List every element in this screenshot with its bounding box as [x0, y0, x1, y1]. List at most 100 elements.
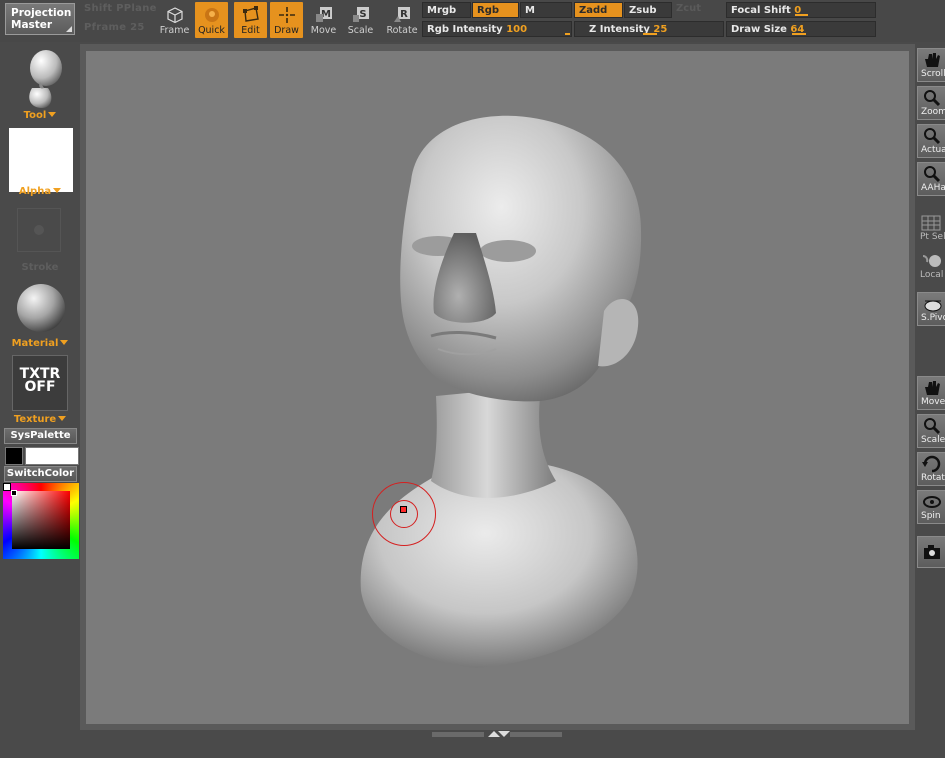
- svg-text:R: R: [400, 9, 408, 20]
- spivot-label: S.Pivot: [921, 313, 945, 323]
- document-canvas[interactable]: [86, 51, 909, 724]
- zoom-label: Zoom: [921, 107, 945, 117]
- material-sphere-icon[interactable]: [15, 282, 67, 334]
- spivot-button[interactable]: S.Pivot: [917, 292, 945, 326]
- projection-master-button[interactable]: Projection Master: [5, 3, 75, 35]
- stroke-preview[interactable]: [17, 208, 61, 252]
- z-intensity-slider[interactable]: Z Intensity 25: [574, 21, 724, 37]
- scale-label: Scale: [347, 25, 374, 36]
- shift-pplane-disabled: Shift PPlane: [84, 3, 157, 14]
- stroke-label: Stroke: [21, 262, 59, 273]
- local-label: Local: [920, 270, 944, 280]
- svg-text:S: S: [359, 9, 366, 20]
- alpha-label: Alpha: [18, 186, 52, 197]
- alpha-preview[interactable]: [9, 128, 73, 192]
- aahalf-label: AAHalf: [921, 183, 945, 193]
- brush-inner-circle: [390, 500, 418, 528]
- rotate-icon: [922, 455, 941, 473]
- zadd-button[interactable]: Zadd: [574, 2, 623, 18]
- draw-button[interactable]: Draw: [270, 2, 303, 38]
- rotate-button[interactable]: R Rotate: [384, 2, 420, 38]
- chevron-down-icon: [60, 340, 69, 345]
- focal-shift-label: Focal Shift: [731, 5, 791, 16]
- tool-preview-icon[interactable]: [18, 48, 64, 110]
- scroll-label: Scroll: [921, 69, 945, 79]
- camera-button[interactable]: [917, 536, 945, 568]
- focal-shift-slider[interactable]: Focal Shift 0: [726, 2, 876, 18]
- edit-label: Edit: [241, 25, 260, 36]
- rotate-view-label: Rotate: [921, 473, 945, 483]
- hue-handle[interactable]: [3, 483, 11, 491]
- projection-master-label-2: Master: [11, 19, 53, 31]
- pframe-disabled: Pframe 25: [84, 22, 145, 33]
- frame-label: Frame: [159, 25, 190, 36]
- texture-label: Texture: [13, 414, 57, 425]
- spin-label: Spin: [921, 511, 941, 521]
- scale-icon: [924, 418, 941, 435]
- move-button[interactable]: M Move: [307, 2, 340, 38]
- spin-button[interactable]: Spin: [917, 490, 945, 524]
- material-menu[interactable]: Material: [0, 338, 80, 349]
- move-view-button[interactable]: Move: [917, 376, 945, 410]
- scroll-button[interactable]: Scroll: [917, 48, 945, 82]
- draw-crosshair-icon: [278, 7, 295, 23]
- switchcolor-button[interactable]: SwitchColor: [4, 466, 77, 482]
- draw-size-slider[interactable]: Draw Size 64: [726, 21, 876, 37]
- zsub-button[interactable]: Zsub: [624, 2, 672, 18]
- texture-menu[interactable]: Texture: [0, 414, 80, 425]
- rgb-button[interactable]: Rgb: [472, 2, 519, 18]
- syspalette-button[interactable]: SysPalette: [4, 428, 77, 444]
- alpha-menu[interactable]: Alpha: [0, 186, 80, 197]
- draw-size-label: Draw Size: [731, 24, 787, 35]
- move-hand-icon: [925, 381, 940, 395]
- projection-master-label-1: Projection: [11, 7, 72, 19]
- scale-button[interactable]: S Scale: [344, 2, 377, 38]
- rotate-view-button[interactable]: Rotate: [917, 452, 945, 486]
- quick-label: Quick: [198, 25, 225, 36]
- edit-frame-icon: [242, 6, 259, 22]
- spivot-icon: [924, 300, 942, 312]
- actual-button[interactable]: Actual: [917, 124, 945, 158]
- rotate-r-icon: R: [394, 7, 410, 22]
- move-label: Move: [310, 25, 337, 36]
- secondary-color-swatch[interactable]: [25, 447, 79, 465]
- rgb-intensity-slider[interactable]: Rgb Intensity 100: [422, 21, 572, 37]
- stroke-menu[interactable]: Stroke: [0, 262, 80, 273]
- stroke-dot-icon: [34, 225, 44, 235]
- tool-label: Tool: [23, 110, 47, 121]
- focal-shift-marker: [795, 14, 808, 16]
- quick-button[interactable]: Quick: [195, 2, 228, 38]
- bottom-tray-handle[interactable]: [432, 731, 562, 738]
- actual-size-icon: [924, 128, 941, 145]
- color-picker-handle[interactable]: [11, 490, 17, 496]
- zoom-button[interactable]: Zoom: [917, 86, 945, 120]
- hand-scroll-icon: [925, 53, 940, 67]
- z-intensity-marker: [643, 33, 657, 35]
- chevron-down-icon: [48, 112, 57, 117]
- scale-s-icon: S: [352, 7, 369, 22]
- draw-label: Draw: [274, 25, 299, 36]
- chevron-down-icon: [58, 416, 67, 421]
- local-button[interactable]: Local: [917, 250, 945, 284]
- zoom-icon: [924, 90, 941, 107]
- pt-sel-button[interactable]: Pt Sel: [917, 212, 945, 246]
- m-button[interactable]: M: [520, 2, 572, 18]
- move-view-label: Move: [921, 397, 945, 407]
- tool-menu[interactable]: Tool: [0, 110, 80, 121]
- frame-button[interactable]: Frame: [158, 2, 191, 38]
- actual-label: Actual: [921, 145, 945, 155]
- main-color-swatch[interactable]: [5, 447, 23, 465]
- aahalf-button[interactable]: AAHalf: [917, 162, 945, 196]
- rotate-label: Rotate: [386, 25, 418, 36]
- aahalf-icon: [924, 166, 941, 183]
- rgb-intensity-value: 100: [506, 24, 528, 35]
- cube-frame-icon: [166, 7, 183, 24]
- color-picker-square[interactable]: [12, 491, 70, 549]
- color-picker-ring[interactable]: [3, 483, 79, 559]
- local-icon: [922, 255, 941, 267]
- edit-button[interactable]: Edit: [234, 2, 267, 38]
- mrgb-button[interactable]: Mrgb: [422, 2, 471, 18]
- scale-view-button[interactable]: Scale: [917, 414, 945, 448]
- zcut-button[interactable]: Zcut: [676, 3, 701, 14]
- texture-preview[interactable]: TXTR OFF: [12, 355, 68, 411]
